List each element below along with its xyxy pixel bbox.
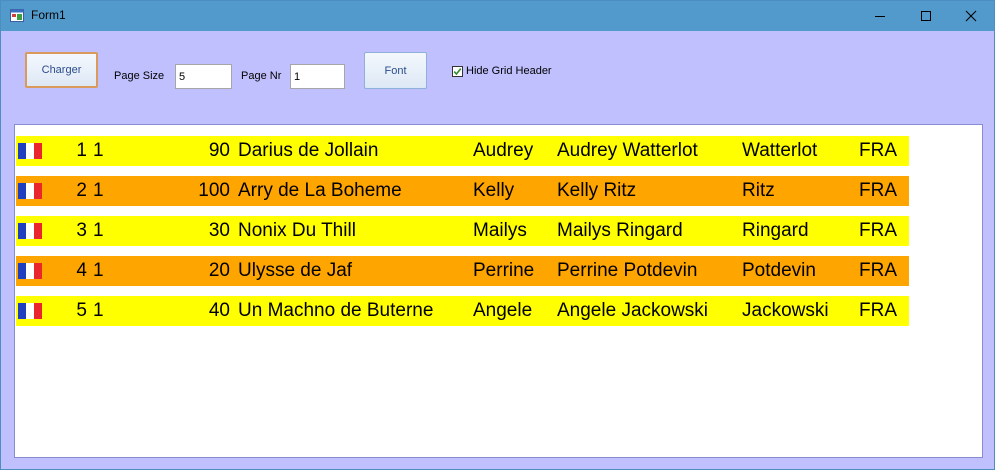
minimize-button[interactable] xyxy=(857,1,903,31)
horse-name-cell: Ulysse de Jaf xyxy=(238,260,353,281)
hide-grid-header-label: Hide Grid Header xyxy=(466,65,552,77)
france-flag-icon xyxy=(18,143,42,159)
row-number-cell: 5 xyxy=(76,300,87,321)
table-row[interactable]: 1 1 90 Darius de Jollain Audrey Audrey Watter… xyxy=(16,136,909,166)
horse-name-cell: Darius de Jollain xyxy=(238,140,379,161)
country-cell: FRA xyxy=(859,180,897,201)
table-row[interactable]: 2 1 100 Arry de La Boheme Kelly Kelly Ritz Rit… xyxy=(16,176,909,206)
page-nr-input[interactable] xyxy=(290,64,345,89)
country-cell: FRA xyxy=(859,260,897,281)
table-row[interactable]: 5 1 40 Un Machno de Buterne Angele Angele Jac… xyxy=(16,296,909,326)
window-title: Form1 xyxy=(31,8,66,22)
close-button[interactable] xyxy=(948,1,994,31)
row-number-cell: 2 xyxy=(76,180,87,201)
full-name-cell: Mailys Ringard xyxy=(557,220,683,241)
france-flag-icon xyxy=(18,183,42,199)
first-name-cell: Perrine xyxy=(473,260,535,281)
last-name-cell: Potdevin xyxy=(742,260,816,281)
country-cell: FRA xyxy=(859,140,897,161)
maximize-button[interactable] xyxy=(903,1,949,31)
table-row[interactable]: 4 1 20 Ulysse de Jaf Perrine Perrine Potdevin… xyxy=(16,256,909,286)
minimize-icon xyxy=(875,16,885,17)
close-icon xyxy=(965,10,977,22)
title-bar[interactable]: Form1 xyxy=(1,1,994,31)
hide-grid-header-checkbox[interactable]: Hide Grid Header xyxy=(452,65,552,77)
france-flag-icon xyxy=(18,223,42,239)
france-flag-icon xyxy=(18,303,42,319)
column-2-cell: 1 xyxy=(93,140,104,161)
full-name-cell: Kelly Ritz xyxy=(557,180,637,201)
row-number-cell: 4 xyxy=(76,260,87,281)
page-nr-label: Page Nr xyxy=(241,70,282,82)
value-cell: 100 xyxy=(198,180,230,201)
column-2-cell: 1 xyxy=(93,220,104,241)
first-name-cell: Mailys xyxy=(473,220,527,241)
last-name-cell: Ringard xyxy=(742,220,809,241)
page-size-input[interactable] xyxy=(175,64,232,89)
first-name-cell: Angele xyxy=(473,300,533,321)
last-name-cell: Watterlot xyxy=(742,140,818,161)
full-name-cell: Perrine Potdevin xyxy=(557,260,698,281)
data-grid[interactable]: 1 1 90 Darius de Jollain Audrey Audrey Watter… xyxy=(14,124,983,458)
column-2-cell: 1 xyxy=(93,260,104,281)
column-2-cell: 1 xyxy=(93,180,104,201)
horse-name-cell: Un Machno de Buterne xyxy=(238,300,434,321)
country-cell: FRA xyxy=(859,220,897,241)
last-name-cell: Ritz xyxy=(742,180,775,201)
last-name-cell: Jackowski xyxy=(742,300,829,321)
value-cell: 20 xyxy=(208,260,230,281)
full-name-cell: Audrey Watterlot xyxy=(557,140,698,161)
table-row[interactable]: 3 1 30 Nonix Du Thill Mailys Mailys Ringard Ri… xyxy=(16,216,909,246)
page-size-label: Page Size xyxy=(114,70,165,82)
row-number-cell: 1 xyxy=(76,140,87,161)
value-cell: 30 xyxy=(208,220,230,241)
full-name-cell: Angele Jackowski xyxy=(557,300,709,321)
maximize-icon xyxy=(921,11,931,21)
form-window: Form1 Charger Page Size Page Nr Font xyxy=(0,0,995,470)
value-cell: 90 xyxy=(208,140,230,161)
horse-name-cell: Arry de La Boheme xyxy=(238,180,402,201)
country-cell: FRA xyxy=(859,300,897,321)
first-name-cell: Audrey xyxy=(473,140,534,161)
toolbar: Charger Page Size Page Nr Font Hide Grid… xyxy=(1,31,994,115)
charger-button[interactable]: Charger xyxy=(25,52,98,88)
horse-name-cell: Nonix Du Thill xyxy=(238,220,356,241)
column-2-cell: 1 xyxy=(93,300,104,321)
france-flag-icon xyxy=(18,263,42,279)
row-number-cell: 3 xyxy=(76,220,87,241)
first-name-cell: Kelly xyxy=(473,180,515,201)
checkmark-icon xyxy=(453,67,462,75)
checkbox-box[interactable] xyxy=(452,65,463,77)
value-cell: 40 xyxy=(208,300,230,321)
font-button[interactable]: Font xyxy=(364,52,427,89)
app-window-icon xyxy=(10,9,24,22)
